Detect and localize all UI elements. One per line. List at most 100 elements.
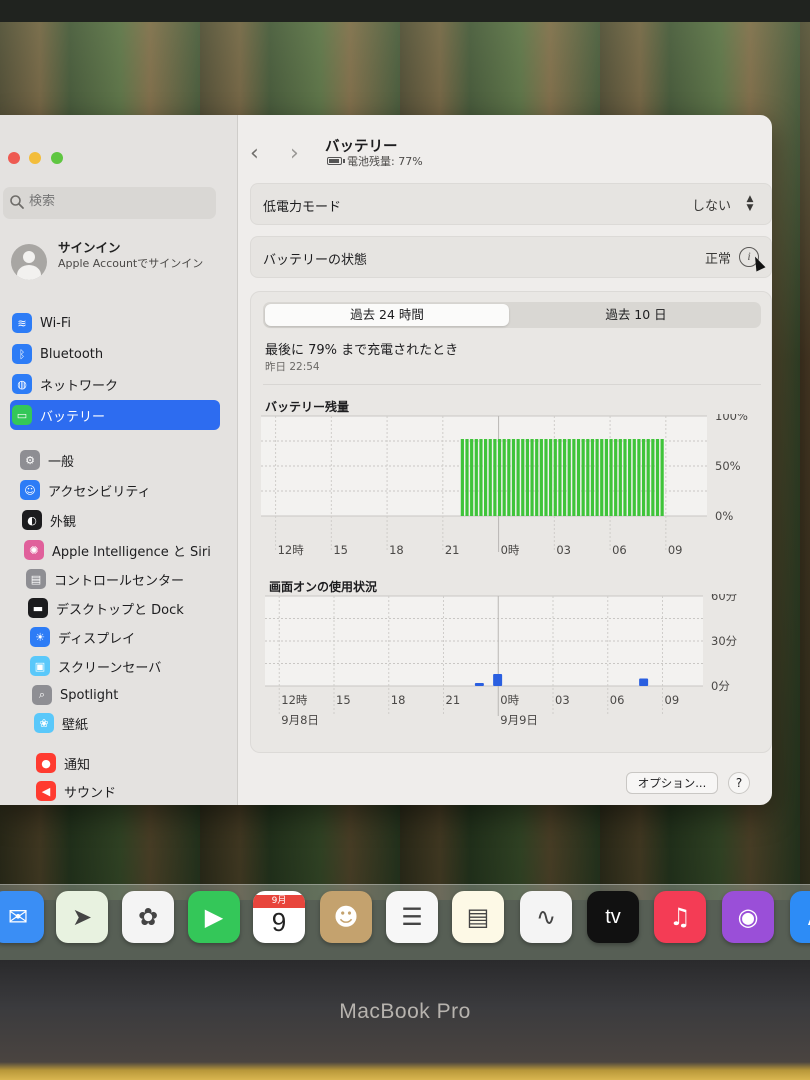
sidebar-item-control-center[interactable]: ▤ コントロールセンター	[24, 564, 229, 594]
chart-bar	[553, 439, 557, 516]
sidebar-item-wallpaper[interactable]: ❀ 壁紙	[32, 708, 237, 738]
chart-bar	[660, 439, 664, 516]
appearance-icon: ◐	[22, 510, 42, 530]
chart-bar	[484, 439, 488, 516]
x-tick-label: 21	[445, 543, 460, 557]
search-field[interactable]	[3, 187, 216, 219]
search-icon	[10, 195, 24, 209]
chart-bar	[544, 439, 548, 516]
tab-last-10-days[interactable]: 過去 10 日	[513, 304, 759, 326]
gear-icon: ⚙	[20, 450, 40, 470]
x-tick-label: 12時	[281, 693, 308, 707]
x-tick-label: 06	[612, 543, 627, 557]
sidebar-item-label: 外観	[50, 514, 77, 530]
y-tick-label: 100%	[715, 414, 748, 423]
sidebar-item-label: Spotlight	[60, 687, 119, 703]
chart-bar	[609, 439, 613, 516]
chart-bar	[558, 439, 562, 516]
forward-button[interactable]: ›	[290, 142, 308, 166]
sidebar-item-wifi[interactable]: ≋ Wi-Fi	[10, 308, 220, 338]
control-center-icon: ▤	[26, 569, 46, 589]
battery-usage-card: 過去 24 時間 過去 10 日 最後に 79% まで充電されたとき 昨日 22…	[250, 291, 772, 753]
tv-label: tv	[605, 905, 621, 928]
chart-bar	[632, 439, 636, 516]
tab-last-24-hours[interactable]: 過去 24 時間	[265, 304, 509, 326]
macbook-label: MacBook Pro	[339, 1000, 471, 1023]
sidebar-item-appearance[interactable]: ◐ 外観	[20, 505, 225, 535]
account-subtitle[interactable]: Apple Accountでサインイン	[58, 256, 208, 271]
wifi-icon: ≋	[12, 313, 32, 333]
close-button[interactable]	[8, 152, 20, 164]
minimize-button[interactable]	[29, 152, 41, 164]
photos-icon[interactable]: ✿	[122, 891, 174, 943]
last-charged-time: 昨日 22:54	[265, 361, 320, 373]
siri-icon: ✺	[24, 540, 44, 560]
time-range-segmented-control: 過去 24 時間 過去 10 日	[263, 302, 761, 328]
sidebar-item-label: サウンド	[64, 785, 117, 801]
sidebar-item-dock[interactable]: ▬ デスクトップと Dock	[26, 593, 231, 623]
sidebar-item-gear[interactable]: ⚙ 一般	[18, 445, 223, 475]
calendar-icon[interactable]: 9月 9	[253, 891, 305, 943]
low-power-mode-select[interactable]: しない	[692, 195, 731, 214]
date-label: 9月8日	[281, 713, 319, 727]
divider	[263, 384, 761, 385]
account-name[interactable]: サインイン	[58, 237, 121, 256]
x-tick-label: 0時	[501, 543, 520, 557]
chart-bar	[507, 439, 511, 516]
podcasts-icon[interactable]: ◉	[722, 891, 774, 943]
chart-bar	[465, 439, 469, 516]
y-tick-label: 0分	[711, 679, 730, 693]
mail-icon[interactable]: ✉	[0, 891, 44, 943]
main-pane: ‹ › バッテリー 電池残量: 77% 低電力モード しない ▲ ▼ バッテリーの…	[238, 115, 772, 805]
y-tick-label: 50%	[715, 459, 741, 473]
chevron-updown-icon[interactable]: ▲ ▼	[743, 194, 757, 214]
low-power-mode-row: 低電力モード しない ▲ ▼	[250, 183, 772, 225]
sidebar-item-label: Apple Intelligence と Siri	[52, 544, 211, 560]
bluetooth-icon: ᛒ	[12, 344, 32, 364]
sidebar-item-accessibility[interactable]: ☺ アクセシビリティ	[18, 475, 223, 505]
battery-health-row: バッテリーの状態 正常 i	[250, 236, 772, 278]
sidebar-item-display[interactable]: ☀ ディスプレイ	[28, 622, 233, 652]
appstore-icon[interactable]: A	[790, 891, 810, 943]
sidebar-item-sound[interactable]: ◀ サウンド	[34, 776, 234, 805]
chart-bar	[590, 439, 595, 516]
tv-icon[interactable]: tv	[587, 891, 639, 943]
facetime-icon[interactable]: ▶	[188, 891, 240, 943]
spotlight-icon: ⌕	[32, 685, 52, 705]
maps-icon[interactable]: ➤	[56, 891, 108, 943]
back-button[interactable]: ‹	[250, 142, 268, 166]
sidebar-item-bluetooth[interactable]: ᛒ Bluetooth	[10, 339, 220, 369]
system-settings-window: サインイン Apple Accountでサインイン ≋ Wi-Fi ᛒ Bluetoo…	[0, 115, 772, 805]
reminders-icon[interactable]: ☰	[386, 891, 438, 943]
accessibility-icon: ☺	[20, 480, 40, 500]
display-icon: ☀	[30, 627, 50, 647]
sidebar-item-spotlight[interactable]: ⌕ Spotlight	[30, 680, 235, 710]
freeform-icon[interactable]: ∿	[520, 891, 572, 943]
chart-bar	[655, 439, 660, 516]
chart-bar	[646, 439, 650, 516]
options-button[interactable]: オプション...	[626, 772, 718, 794]
notes-icon[interactable]: ▤	[452, 891, 504, 943]
chart-bar	[525, 439, 530, 516]
date-label: 9月9日	[500, 713, 538, 727]
battery-level-chart: 12時 15 18 21 0時 03 06 09 100% 50% 0%	[261, 414, 748, 557]
zoom-button[interactable]	[51, 152, 63, 164]
help-button[interactable]: ?	[728, 772, 750, 794]
sidebar-item-screensaver[interactable]: ▣ スクリーンセーバ	[28, 651, 233, 681]
last-charged-text: 最後に 79% まで充電されたとき	[265, 343, 459, 358]
battery-level-chart-title: バッテリー残量	[265, 400, 350, 414]
music-icon[interactable]: ♫	[654, 891, 706, 943]
avatar[interactable]	[11, 244, 47, 280]
search-input[interactable]	[29, 194, 209, 209]
sidebar-item-siri[interactable]: ✺ Apple Intelligence と Siri	[22, 535, 232, 565]
x-tick-label: 03	[556, 543, 571, 557]
notification-icon: ●	[36, 753, 56, 773]
sidebar-item-label: スクリーンセーバ	[58, 660, 162, 676]
battery-icon: ▭	[12, 405, 32, 425]
sidebar-item-globe[interactable]: ◍ ネットワーク	[10, 369, 220, 399]
chart-bar	[530, 439, 534, 516]
sidebar-item-battery[interactable]: ▭ バッテリー	[10, 400, 220, 430]
sidebar-item-notification[interactable]: ● 通知	[34, 748, 234, 778]
contacts-icon[interactable]: ☻	[320, 891, 372, 943]
chart-bar	[628, 439, 632, 516]
